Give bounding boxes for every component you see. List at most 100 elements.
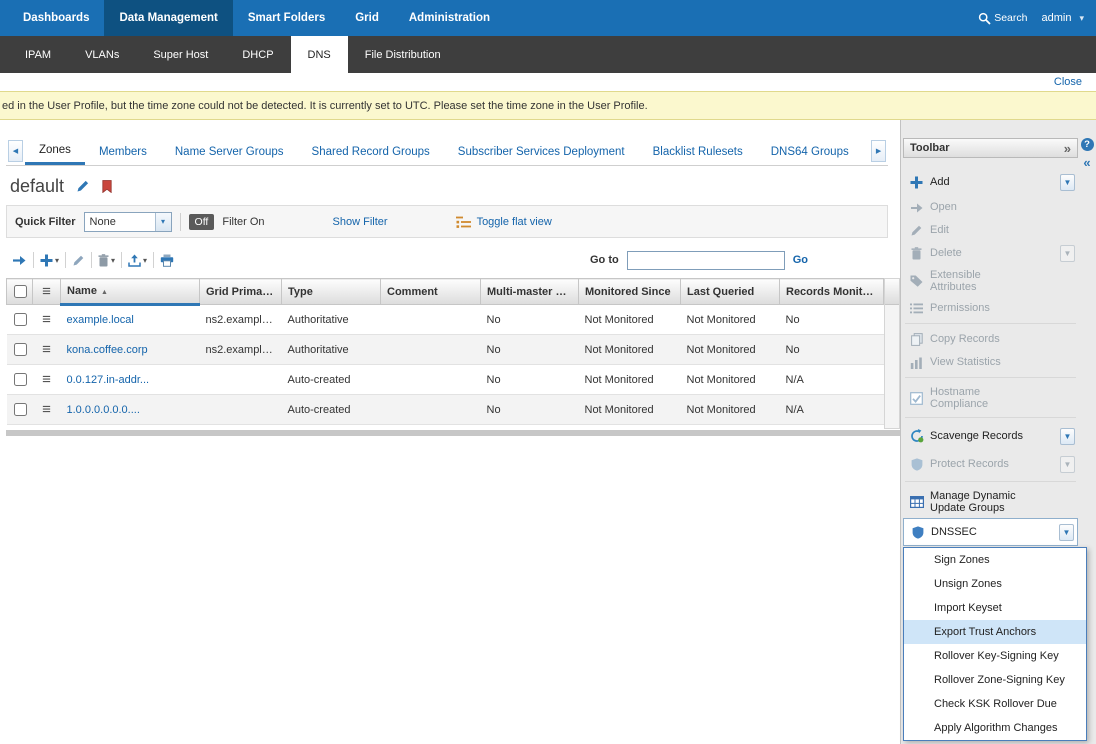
subnav-vlans[interactable]: VLANs — [68, 36, 136, 73]
column-header-comment[interactable]: Comment — [381, 279, 481, 305]
scavenge-icon — [908, 429, 925, 443]
tabs-scroll-right-button[interactable]: ▶ — [871, 140, 886, 162]
tabs-scroll-left-button[interactable]: ◀ — [8, 140, 23, 162]
row-menu-icon[interactable]: ≡ — [42, 311, 51, 328]
menu-item-import-keyset[interactable]: Import Keyset — [904, 596, 1086, 620]
row-menu-icon[interactable]: ≡ — [42, 371, 51, 388]
toolbar-item-dnssec[interactable]: DNSSEC ▼ — [903, 518, 1078, 546]
select-all-checkbox[interactable] — [14, 285, 27, 298]
zone-name-link[interactable]: 1.0.0.0.0.0.0.... — [67, 404, 140, 416]
tab-blacklist-rulesets[interactable]: Blacklist Rulesets — [639, 138, 757, 165]
subnav-dhcp[interactable]: DHCP — [225, 36, 290, 73]
column-header-last-queried[interactable]: Last Queried — [681, 279, 780, 305]
column-header-name[interactable]: Name▲ — [61, 279, 200, 305]
bookmark-button[interactable] — [102, 180, 112, 193]
menu-item-rollover-key-signing-key[interactable]: Rollover Key-Signing Key — [904, 644, 1086, 668]
row-checkbox[interactable] — [14, 343, 27, 356]
subnav-file-distribution[interactable]: File Distribution — [348, 36, 458, 73]
tab-members[interactable]: Members — [85, 138, 161, 165]
table-row[interactable]: ≡ example.local ns2.example.lo... Author… — [7, 305, 884, 335]
column-header-multi-master[interactable]: Multi-master Zone — [481, 279, 579, 305]
toolbar-item-add[interactable]: Add ▼ — [903, 168, 1078, 196]
quick-filter-select[interactable]: None ▾ — [84, 212, 172, 232]
cell-records-monitored: N/A — [780, 395, 884, 425]
cell-last-queried: Not Monitored — [681, 395, 780, 425]
toolbar-item-scavenge-records[interactable]: Scavenge Records ▼ — [903, 422, 1078, 450]
table-header-row: ≡ Name▲ Grid Primary Se... Type Comment … — [7, 279, 884, 305]
dnssec-dropdown-caret[interactable]: ▼ — [1059, 524, 1074, 541]
subnav-super-host[interactable]: Super Host — [136, 36, 225, 73]
cell-grid-primary — [200, 365, 282, 395]
edit-button[interactable] — [72, 254, 85, 267]
export-button[interactable]: ▾ — [128, 254, 147, 267]
menu-item-check-ksk-rollover-due[interactable]: Check KSK Rollover Due — [904, 692, 1086, 716]
nav-data-management[interactable]: Data Management — [104, 0, 232, 36]
table-row[interactable]: ≡ kona.coffee.corp ns2.example.lo... Aut… — [7, 335, 884, 365]
table-row[interactable]: ≡ 0.0.127.in-addr... Auto-created No Not… — [7, 365, 884, 395]
menu-item-rollover-zone-signing-key[interactable]: Rollover Zone-Signing Key — [904, 668, 1086, 692]
print-button[interactable] — [160, 254, 174, 267]
nav-dashboards[interactable]: Dashboards — [8, 0, 104, 36]
edit-view-button[interactable] — [76, 179, 90, 193]
show-filter-link[interactable]: Show Filter — [333, 216, 388, 228]
row-checkbox[interactable] — [14, 403, 27, 416]
add-button[interactable]: ▾ — [40, 254, 59, 267]
column-header-monitored-since[interactable]: Monitored Since — [579, 279, 681, 305]
subnav-ipam[interactable]: IPAM — [8, 36, 68, 73]
go-to-object-button[interactable] — [12, 255, 27, 266]
toolbar-panel-title: Toolbar — [910, 142, 950, 154]
tab-partial[interactable]: C — [863, 138, 869, 165]
cell-last-queried: Not Monitored — [681, 335, 780, 365]
menu-item-unsign-zones[interactable]: Unsign Zones — [904, 572, 1086, 596]
add-dropdown-caret[interactable]: ▼ — [1060, 174, 1075, 191]
panel-expand-icon[interactable]: » — [1064, 142, 1071, 155]
row-menu-icon[interactable]: ≡ — [42, 401, 51, 418]
row-menu-icon[interactable]: ≡ — [42, 341, 51, 358]
horizontal-scrollbar[interactable] — [6, 430, 900, 436]
separator — [905, 481, 1076, 482]
quick-filter-bar: Quick Filter None ▾ Off Filter On Show F… — [6, 205, 888, 238]
nav-grid[interactable]: Grid — [340, 0, 394, 36]
nav-administration[interactable]: Administration — [394, 0, 505, 36]
column-header-type[interactable]: Type — [282, 279, 381, 305]
filter-off-toggle[interactable]: Off — [189, 214, 215, 230]
tab-shared-record-groups[interactable]: Shared Record Groups — [298, 138, 444, 165]
column-header-records-monitored[interactable]: Records Monitored — [780, 279, 884, 305]
subnav-dns[interactable]: DNS — [291, 36, 348, 73]
menu-item-sign-zones[interactable]: Sign Zones — [904, 548, 1086, 572]
tab-zones[interactable]: Zones — [25, 138, 85, 165]
close-banner-link[interactable]: Close — [1054, 76, 1082, 88]
help-button[interactable]: ? — [1081, 138, 1094, 151]
row-checkbox[interactable] — [14, 373, 27, 386]
menu-item-export-trust-anchors[interactable]: Export Trust Anchors — [904, 620, 1086, 644]
tab-subscriber-services-deployment[interactable]: Subscriber Services Deployment — [444, 138, 639, 165]
zone-name-link[interactable]: kona.coffee.corp — [67, 344, 148, 356]
global-search[interactable]: Search — [978, 12, 1027, 25]
main-panel: ◀ Zones Members Name Server Groups Share… — [0, 120, 901, 744]
go-button[interactable]: Go — [793, 254, 808, 266]
scavenge-dropdown-caret[interactable]: ▼ — [1060, 428, 1075, 445]
header-menu-cell[interactable]: ≡ — [33, 279, 61, 305]
toolbar-item-manage-dynamic-update-groups[interactable]: Manage Dynamic Update Groups — [903, 486, 1078, 518]
vertical-scrollbar[interactable] — [884, 278, 900, 429]
column-header-grid-primary[interactable]: Grid Primary Se... — [200, 279, 282, 305]
cell-records-monitored: No — [780, 335, 884, 365]
filter-on-label[interactable]: Filter On — [222, 216, 264, 228]
user-menu[interactable]: admin ▾ — [1042, 12, 1085, 24]
tab-dns64-groups[interactable]: DNS64 Groups — [757, 138, 863, 165]
toolbar-item-label: Scavenge Records — [930, 430, 1023, 443]
menu-item-apply-algorithm-changes[interactable]: Apply Algorithm Changes — [904, 716, 1086, 740]
delete-button[interactable]: ▾ — [98, 254, 115, 267]
nav-smart-folders[interactable]: Smart Folders — [233, 0, 340, 36]
bar-chart-icon — [908, 357, 925, 369]
zone-name-link[interactable]: 0.0.127.in-addr... — [67, 374, 150, 386]
toolbar-panel: Toolbar » Add ▼ Open Edit — [903, 138, 1078, 546]
goto-input[interactable] — [627, 251, 785, 270]
tab-name-server-groups[interactable]: Name Server Groups — [161, 138, 298, 165]
row-checkbox[interactable] — [14, 313, 27, 326]
collapse-sidebar-button[interactable]: « — [1083, 156, 1090, 169]
select-all-cell — [7, 279, 33, 305]
zone-name-link[interactable]: example.local — [67, 314, 134, 326]
table-row[interactable]: ≡ 1.0.0.0.0.0.0.... Auto-created No Not … — [7, 395, 884, 425]
toggle-flat-view[interactable]: Toggle flat view — [456, 216, 552, 228]
